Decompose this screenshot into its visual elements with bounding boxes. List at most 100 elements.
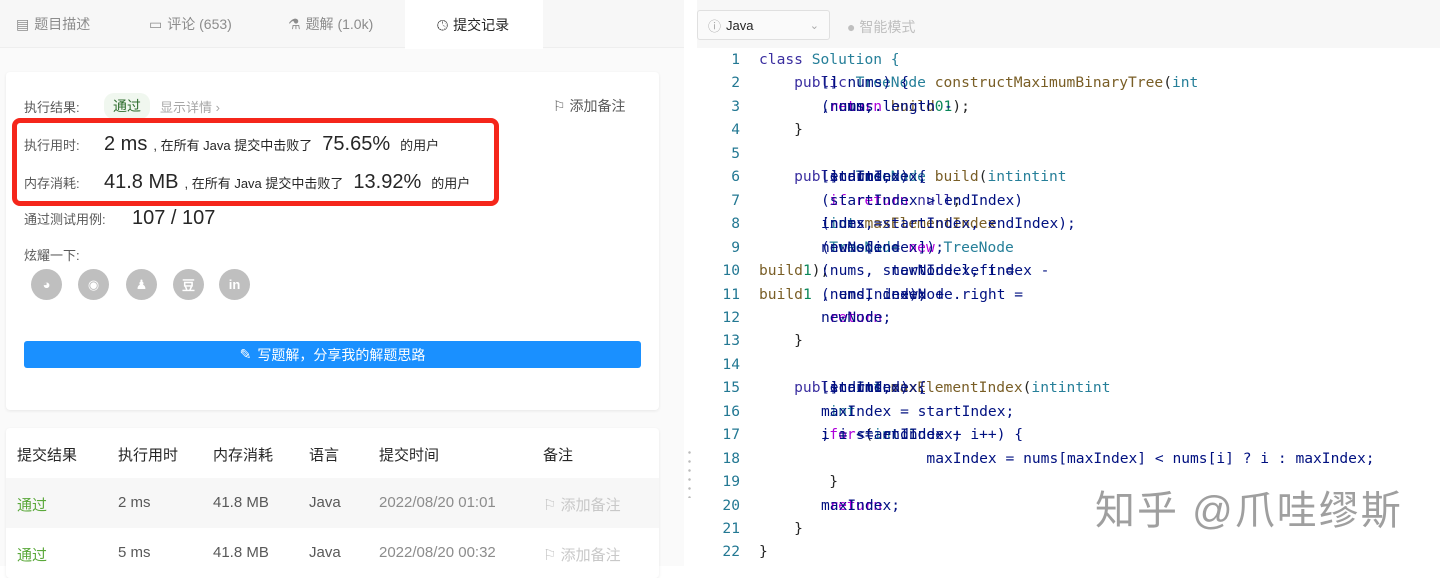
code-token: } <box>759 332 803 350</box>
tab-solutions[interactable]: ⚗ 题解 (1.0k) <box>272 0 402 48</box>
result-label: 执行结果: <box>24 100 80 115</box>
code-line: int index = maxElementIndex (nums, startI… <box>759 215 1076 232</box>
line-number: 9 <box>731 238 740 256</box>
line-number: 14 <box>722 355 740 373</box>
code-token: 1 <box>802 285 812 303</box>
code-line: class Solution { <box>759 51 900 68</box>
add-note-button[interactable]: ⚐ 添加备注 <box>543 494 621 515</box>
table-cell: 41.8 MB <box>213 494 269 511</box>
linkedin-icon[interactable]: in <box>219 269 250 300</box>
code-line: } <box>759 332 803 349</box>
code-token: endIndex) { <box>821 379 927 397</box>
line-number: 20 <box>722 496 740 514</box>
table-cell: 41.8 MB <box>213 544 269 561</box>
add-note-button[interactable]: ⚐ 添加备注 <box>543 544 621 565</box>
code-token: class <box>759 51 803 68</box>
code-line: } <box>759 121 803 138</box>
line-number: 12 <box>722 308 740 326</box>
share-label: 炫耀一下: <box>24 248 80 263</box>
column-header: 提交时间 <box>379 447 440 464</box>
line-number: 18 <box>722 449 740 467</box>
line-number: 8 <box>731 215 740 233</box>
flag-icon: ⚐ <box>553 98 566 114</box>
line-number: 11 <box>722 285 740 303</box>
code-line: return maxIndex; <box>759 497 900 514</box>
line-number: 13 <box>722 332 740 350</box>
info-icon: ⓘ <box>708 18 722 34</box>
code-line: public TreeNode build(int[] nums, int st… <box>759 168 1066 186</box>
line-number: 16 <box>722 402 740 420</box>
wechat-icon[interactable]: ◕ <box>31 269 62 300</box>
qq-icon[interactable]: ♟ <box>126 269 157 300</box>
code-line: if (startIndex > endIndex) return null; <box>759 192 1023 209</box>
line-number: 15 <box>722 379 740 397</box>
line-number: 4 <box>731 121 740 139</box>
code-token: , nums.length - <box>821 97 962 115</box>
write-solution-button[interactable]: ✎ 写题解，分享我的解题思路 <box>24 341 641 368</box>
cases-row: 通过测试用例: 107 / 107 <box>24 207 216 229</box>
code-line: public TreeNode constructMaximumBinaryTr… <box>759 74 1198 91</box>
code-token: newNode; <box>821 308 892 326</box>
left-panel: ▤ 题目描述 ▭ 评论 (653) ⚗ 题解 (1.0k) 🕓︎ 提交记录 执行结果: … <box>0 0 684 578</box>
flag-icon: ⚐ <box>543 547 561 564</box>
table-cell: 2022/08/20 00:32 <box>379 544 496 561</box>
language-select[interactable]: ⓘ Java ⌄ <box>697 10 830 40</box>
smart-mode-toggle[interactable]: ● 智能模式 <box>847 17 915 37</box>
pencil-icon: ✎ <box>239 346 252 362</box>
status-link[interactable]: 通过 <box>17 544 47 565</box>
code-line: return newNode; <box>759 309 891 326</box>
code-token: int <box>1013 168 1041 186</box>
code-token: (nums[index]); <box>821 238 945 256</box>
tab-comments[interactable]: ▭ 评论 (653) <box>133 0 263 48</box>
clock-icon: 🕓︎ <box>437 16 449 33</box>
code-token: } <box>759 543 768 561</box>
code-token: } <box>759 121 803 139</box>
runtime-row: 执行用时: 2 ms , 在所有 Java 提交中击败了 75.65% 的用户 <box>24 133 440 155</box>
dot-icon: ● <box>847 19 856 35</box>
code-line: return build (nums, 0, nums.length - 1); <box>759 98 970 115</box>
code-token: } <box>759 473 839 491</box>
line-number: 1 <box>731 51 740 68</box>
table-cell: Java <box>309 494 341 511</box>
code-token: int <box>1171 74 1199 92</box>
line-number: 22 <box>722 543 740 561</box>
comment-icon: ▭ <box>149 16 163 32</box>
code-token: (startIndex > endIndex) <box>821 191 1032 209</box>
line-number: 10 <box>722 262 740 280</box>
code-token: endIndex) { <box>821 168 927 186</box>
flask-icon: ⚗ <box>288 16 301 32</box>
code-token: TreeNode <box>943 238 1014 256</box>
line-number: 5 <box>731 144 740 162</box>
code-token: build <box>759 285 803 303</box>
line-number: 2 <box>731 74 740 92</box>
code-token: maxIndex; <box>821 496 901 514</box>
resize-handle[interactable] <box>688 448 691 498</box>
tab-bar: ▤ 题目描述 ▭ 评论 (653) ⚗ 题解 (1.0k) 🕓︎ 提交记录 <box>0 0 684 49</box>
code-line: newNode.left = build (nums, startIndex, i… <box>759 262 1049 280</box>
show-details-link[interactable]: 显示详情 › <box>160 97 220 116</box>
add-note-button[interactable]: ⚐ 添加备注 <box>553 96 625 116</box>
tab-description[interactable]: ▤ 题目描述 <box>0 0 125 48</box>
code-token: int <box>1031 379 1058 397</box>
douban-icon[interactable]: 豆 <box>173 269 204 300</box>
code-token: int <box>1084 379 1111 397</box>
table-cell: 2 ms <box>118 494 151 511</box>
code-line: } <box>759 543 768 560</box>
code-token: Solution { <box>802 51 900 68</box>
column-header: 语言 <box>309 447 340 464</box>
description-icon: ▤ <box>16 16 30 32</box>
table-cell: 5 ms <box>118 544 151 561</box>
code-line: public int maxElementIndex(int[] nums, i… <box>759 379 1110 396</box>
weibo-icon[interactable]: ◉ <box>78 269 109 300</box>
tab-submissions[interactable]: 🕓︎ 提交记录 <box>405 0 543 49</box>
code-token: build <box>759 262 803 280</box>
column-header: 备注 <box>543 447 574 464</box>
code-token: ; i <= endIndex; i++) { <box>821 426 1024 444</box>
column-header: 执行用时 <box>118 447 179 464</box>
code-token: maxIndex = startIndex; <box>821 402 1015 420</box>
code-token: int <box>1057 379 1085 397</box>
code-token: maxIndex = nums[maxIndex] < nums[i] ? i … <box>821 449 1375 467</box>
line-number: 21 <box>722 520 740 537</box>
status-link[interactable]: 通过 <box>17 494 47 515</box>
code-line: newNode.right = build (nums, index + 1, e… <box>759 285 1023 303</box>
